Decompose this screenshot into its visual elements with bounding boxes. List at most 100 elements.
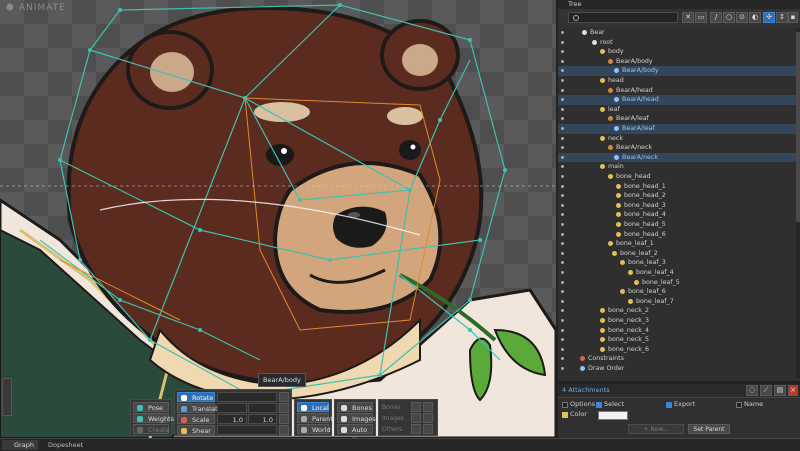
images-names-toggle[interactable] (423, 413, 433, 423)
canvas-viewport[interactable]: ⬢ ANIMATE BearA/body Pose Weights Create… (0, 0, 556, 438)
bones-visible-toggle[interactable] (411, 402, 421, 412)
scale-y-field[interactable]: 1.0 (248, 414, 277, 424)
constraint-filter-icon[interactable]: ⊙ (736, 12, 748, 23)
tree-scrollbar[interactable] (796, 28, 800, 378)
parent-button[interactable]: Parent (297, 413, 333, 423)
refresh-icon[interactable]: ◌ (746, 385, 758, 396)
eye-icon[interactable] (561, 59, 564, 63)
eye-icon[interactable] (561, 203, 564, 207)
eye-icon[interactable] (561, 184, 564, 188)
translate-button[interactable]: Translate (177, 403, 222, 413)
name-checkbox[interactable] (736, 402, 742, 408)
tree-row[interactable]: bone_head_6 (558, 230, 798, 240)
tree-row[interactable]: bone_head_5 (558, 220, 798, 230)
others-visible-toggle[interactable] (411, 424, 421, 434)
eye-icon[interactable] (561, 50, 564, 54)
eye-icon[interactable] (561, 127, 564, 130)
translate-x-field[interactable] (217, 403, 247, 413)
tree-row[interactable]: BearA/leaf (558, 114, 798, 124)
tree-row[interactable]: leaf (558, 105, 798, 115)
tree-row[interactable]: body (558, 47, 798, 57)
options-checkbox[interactable] (562, 402, 568, 408)
tree-row[interactable]: bone_leaf_4 (558, 268, 798, 278)
eye-icon[interactable] (561, 213, 564, 217)
translate-key-button[interactable] (279, 403, 289, 413)
eye-icon[interactable] (561, 319, 564, 322)
eye-icon[interactable] (561, 175, 564, 178)
tree-row[interactable]: bone_neck_5 (558, 335, 798, 345)
shear-key-button[interactable] (279, 425, 289, 435)
tree-row[interactable]: bone_leaf_5 (558, 278, 798, 288)
tree-search-input[interactable] (568, 12, 678, 23)
filter-icon[interactable]: ✕ (682, 12, 694, 23)
tree-row[interactable]: bone_neck_2 (558, 306, 798, 316)
circle-filter-icon[interactable]: ○ (723, 12, 735, 23)
tree-row[interactable]: bone_head_3 (558, 201, 798, 211)
eye-icon[interactable] (561, 79, 564, 82)
mesh-filter-icon[interactable]: ✣ (763, 12, 775, 23)
tree-row[interactable]: bone_neck_4 (558, 326, 798, 336)
tree-row[interactable]: bone_head_4 (558, 210, 798, 220)
eye-icon[interactable] (561, 290, 564, 294)
tree-row[interactable]: BearA/body (558, 57, 798, 67)
shear-value-field[interactable] (217, 425, 277, 435)
bones-names-toggle[interactable] (423, 402, 433, 412)
color-swatch[interactable] (598, 411, 628, 420)
tree-row[interactable]: bone_leaf_1 (558, 239, 798, 249)
scale-x-field[interactable]: 1.0 (217, 414, 247, 424)
slot-filter-icon[interactable]: ◐ (749, 12, 761, 23)
tree-row[interactable]: bone_head_2 (558, 191, 798, 201)
eye-icon[interactable] (561, 194, 564, 198)
tree-row[interactable]: head (558, 76, 798, 86)
eye-icon[interactable] (561, 69, 564, 73)
eye-icon[interactable] (561, 98, 564, 102)
eye-icon[interactable] (561, 357, 564, 361)
set-parent-button[interactable]: Set Parent (688, 424, 730, 434)
eye-icon[interactable] (561, 271, 564, 274)
tree-row[interactable]: neck (558, 134, 798, 144)
link-icon[interactable]: ⟋ (760, 385, 772, 396)
eye-icon[interactable] (561, 31, 564, 34)
images-visible-toggle[interactable] (411, 413, 421, 423)
bone-filter-icon[interactable]: / (710, 12, 722, 23)
tree-row[interactable]: bone_neck_6 (558, 345, 798, 355)
tree-row[interactable]: BearA/leaf (558, 124, 798, 134)
weights-button[interactable]: Weights (133, 413, 174, 423)
eye-icon[interactable] (561, 40, 564, 44)
tree-row[interactable]: bone_neck_3 (558, 316, 798, 326)
delete-icon[interactable]: ▪ (788, 12, 798, 23)
scale-button[interactable]: Scale (177, 414, 215, 424)
eye-icon[interactable] (561, 165, 564, 169)
tree-row[interactable]: BearA/neck (558, 152, 798, 163)
select-checkbox[interactable] (596, 402, 602, 408)
tree-row[interactable]: bone_head (558, 172, 798, 182)
tree-row[interactable]: Bear (558, 28, 798, 38)
tree-row[interactable]: BearA/head (558, 86, 798, 96)
eye-icon[interactable] (561, 242, 564, 246)
tree-row[interactable]: BearA/head (558, 95, 798, 105)
scale-key-button[interactable] (279, 414, 289, 424)
tree-scrollbar-thumb[interactable] (796, 32, 800, 222)
tree-list[interactable]: Bear root body BearA/body BearA/body head Bear… (558, 28, 800, 380)
tree-row[interactable]: bone_head_1 (558, 182, 798, 192)
bones-button[interactable]: Bones (337, 402, 373, 412)
eye-icon[interactable] (561, 155, 564, 159)
tree-row[interactable]: BearA/neck (558, 143, 798, 153)
eye-icon[interactable] (561, 280, 564, 284)
tree-row[interactable]: bone_leaf_2 (558, 249, 798, 259)
shear-button[interactable]: Shear (177, 425, 215, 435)
eye-icon[interactable] (561, 136, 564, 140)
tab-graph[interactable]: Graph (2, 440, 38, 450)
tree-row[interactable]: Draw Order (558, 364, 798, 374)
eye-icon[interactable] (561, 367, 564, 370)
tree-row[interactable]: Constraints (558, 354, 798, 364)
tab-dopesheet[interactable]: Dopesheet (36, 440, 87, 450)
sort-icon[interactable]: ↕ (776, 12, 788, 23)
eye-icon[interactable] (561, 261, 564, 265)
dock-icon[interactable]: ▤ (774, 385, 786, 396)
eye-icon[interactable] (561, 88, 564, 92)
eye-icon[interactable] (561, 223, 564, 226)
tree-row[interactable]: bone_leaf_3 (558, 258, 798, 268)
tree-row[interactable]: main (558, 162, 798, 172)
tree-row[interactable]: bone_leaf_6 (558, 287, 798, 297)
